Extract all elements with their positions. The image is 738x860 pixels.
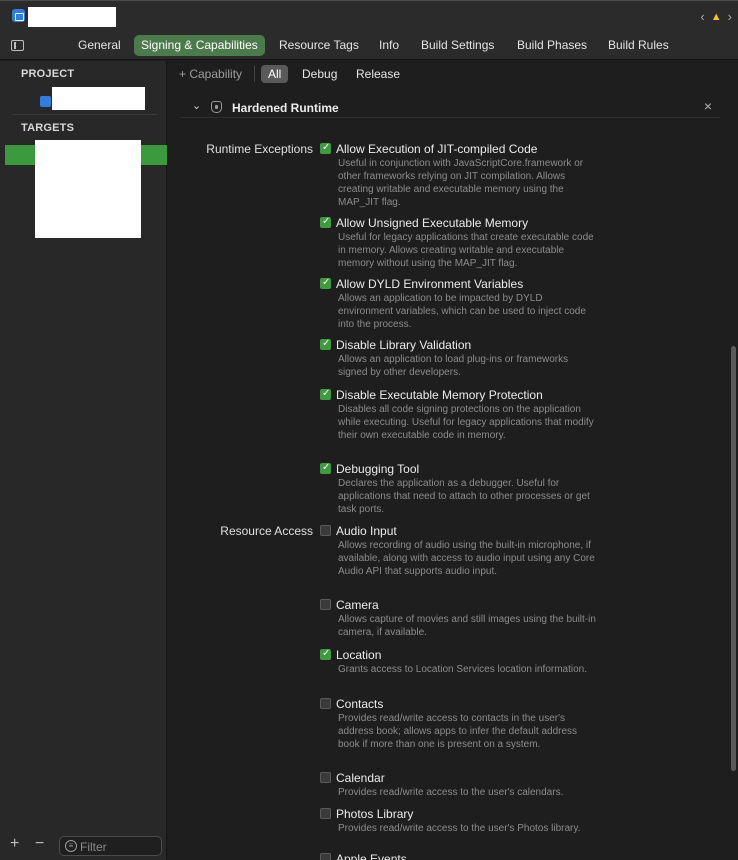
resource-access-label: Resource Access xyxy=(220,524,313,538)
tab-build-rules[interactable]: Build Rules xyxy=(601,35,676,56)
tab-build-settings[interactable]: Build Settings xyxy=(414,35,501,56)
runtime-exceptions-label: Runtime Exceptions xyxy=(206,142,313,156)
checkbox[interactable] xyxy=(320,648,331,660)
scroll-thumb[interactable] xyxy=(731,346,736,771)
chevron-right-icon[interactable]: › xyxy=(728,9,732,24)
window-titlebar: ‹ ▲ › xyxy=(0,0,738,32)
checkbox[interactable] xyxy=(320,142,331,154)
option-description: Provides read/write access to contacts i… xyxy=(338,713,578,750)
chevron-down-icon[interactable]: ⌄ xyxy=(192,99,201,112)
remove-capability-button[interactable]: × xyxy=(704,98,712,114)
sidebar-divider xyxy=(12,114,157,115)
app-icon xyxy=(12,9,25,22)
option-description: Declares the application as a debugger. … xyxy=(338,478,590,515)
checkbox[interactable] xyxy=(320,462,331,474)
nav-controls: ‹ ▲ › xyxy=(700,9,732,24)
tab-general[interactable]: General xyxy=(71,35,128,56)
config-divider xyxy=(254,66,255,82)
checkbox[interactable] xyxy=(320,853,331,860)
redacted-project-name[interactable] xyxy=(52,87,145,110)
config-debug[interactable]: Debug xyxy=(295,65,344,83)
tab-build-phases[interactable]: Build Phases xyxy=(510,35,594,56)
option-title: Apple Events xyxy=(336,852,407,860)
checkbox[interactable] xyxy=(320,277,331,289)
option-title: Allow Unsigned Executable Memory xyxy=(336,216,529,230)
sidebar-toggle-icon[interactable] xyxy=(11,40,24,51)
project-icon xyxy=(40,96,51,107)
option-title: Contacts xyxy=(336,697,384,711)
checkbox[interactable] xyxy=(320,525,331,536)
option-title: Allow DYLD Environment Variables xyxy=(336,277,524,291)
sidebar-footer: + − ≡ xyxy=(0,832,167,860)
capabilities-editor: + Capability All Debug Release ⌄ Hardene… xyxy=(168,61,738,860)
checkbox[interactable] xyxy=(320,698,331,709)
option-title: Disable Library Validation xyxy=(336,338,472,352)
redacted-app-name xyxy=(28,7,116,27)
option-title: Allow Execution of JIT-compiled Code xyxy=(336,142,538,156)
add-capability-button[interactable]: + Capability xyxy=(179,67,242,81)
config-all[interactable]: All xyxy=(261,65,289,83)
redacted-target-name xyxy=(35,140,141,238)
tab-resource-tags[interactable]: Resource Tags xyxy=(272,35,366,56)
remove-target-button[interactable]: − xyxy=(35,835,44,853)
checkbox[interactable] xyxy=(320,772,331,783)
checkbox[interactable] xyxy=(320,216,331,228)
option-description: Allows an application to be impacted by … xyxy=(338,293,586,330)
option-description: Allows recording of audio using the buil… xyxy=(338,540,595,577)
option-description: Disables all code signing protections on… xyxy=(338,404,594,441)
checkbox[interactable] xyxy=(320,599,331,610)
option-title: Debugging Tool xyxy=(336,462,420,476)
option-description: Allows capture of movies and still image… xyxy=(338,614,596,638)
filter-input[interactable] xyxy=(80,839,158,854)
targets-header: TARGETS xyxy=(21,122,75,134)
tab-signing-capabilities[interactable]: Signing & Capabilities xyxy=(134,35,265,56)
vertical-scrollbar[interactable] xyxy=(729,346,738,771)
option-description: Provides read/write access to the user's… xyxy=(338,823,581,834)
chevron-left-icon[interactable]: ‹ xyxy=(700,9,704,24)
tab-info[interactable]: Info xyxy=(372,35,406,56)
checkbox[interactable] xyxy=(320,388,331,400)
filter-icon: ≡ xyxy=(65,840,77,852)
lock-icon xyxy=(211,101,222,113)
checkbox[interactable] xyxy=(320,808,331,819)
option-title: Calendar xyxy=(336,771,385,785)
option-description: Allows an application to load plug-ins o… xyxy=(338,354,569,378)
editor-tab-bar: General Signing & Capabilities Resource … xyxy=(0,32,738,60)
option-title: Photos Library xyxy=(336,807,414,821)
config-release[interactable]: Release xyxy=(349,65,407,83)
configuration-bar: + Capability All Debug Release xyxy=(168,61,738,88)
option-description: Provides read/write access to the user's… xyxy=(338,787,564,798)
option-title: Camera xyxy=(336,598,379,612)
option-description: Grants access to Location Services locat… xyxy=(338,664,588,675)
hardened-runtime-header: ⌄ Hardened Runtime × xyxy=(180,96,720,118)
warning-icon[interactable]: ▲ xyxy=(711,11,722,23)
option-title: Audio Input xyxy=(336,524,397,538)
option-title: Disable Executable Memory Protection xyxy=(336,388,543,402)
filter-field[interactable]: ≡ xyxy=(59,836,162,856)
section-title: Hardened Runtime xyxy=(232,101,339,115)
project-header: PROJECT xyxy=(21,68,75,80)
option-description: Useful for legacy applications that crea… xyxy=(338,232,594,269)
project-sidebar: PROJECT TARGETS + − ≡ xyxy=(0,61,167,860)
option-description: Useful in conjunction with JavaScriptCor… xyxy=(338,158,584,208)
option-title: Location xyxy=(336,648,382,662)
checkbox[interactable] xyxy=(320,338,331,350)
add-target-button[interactable]: + xyxy=(10,835,19,853)
